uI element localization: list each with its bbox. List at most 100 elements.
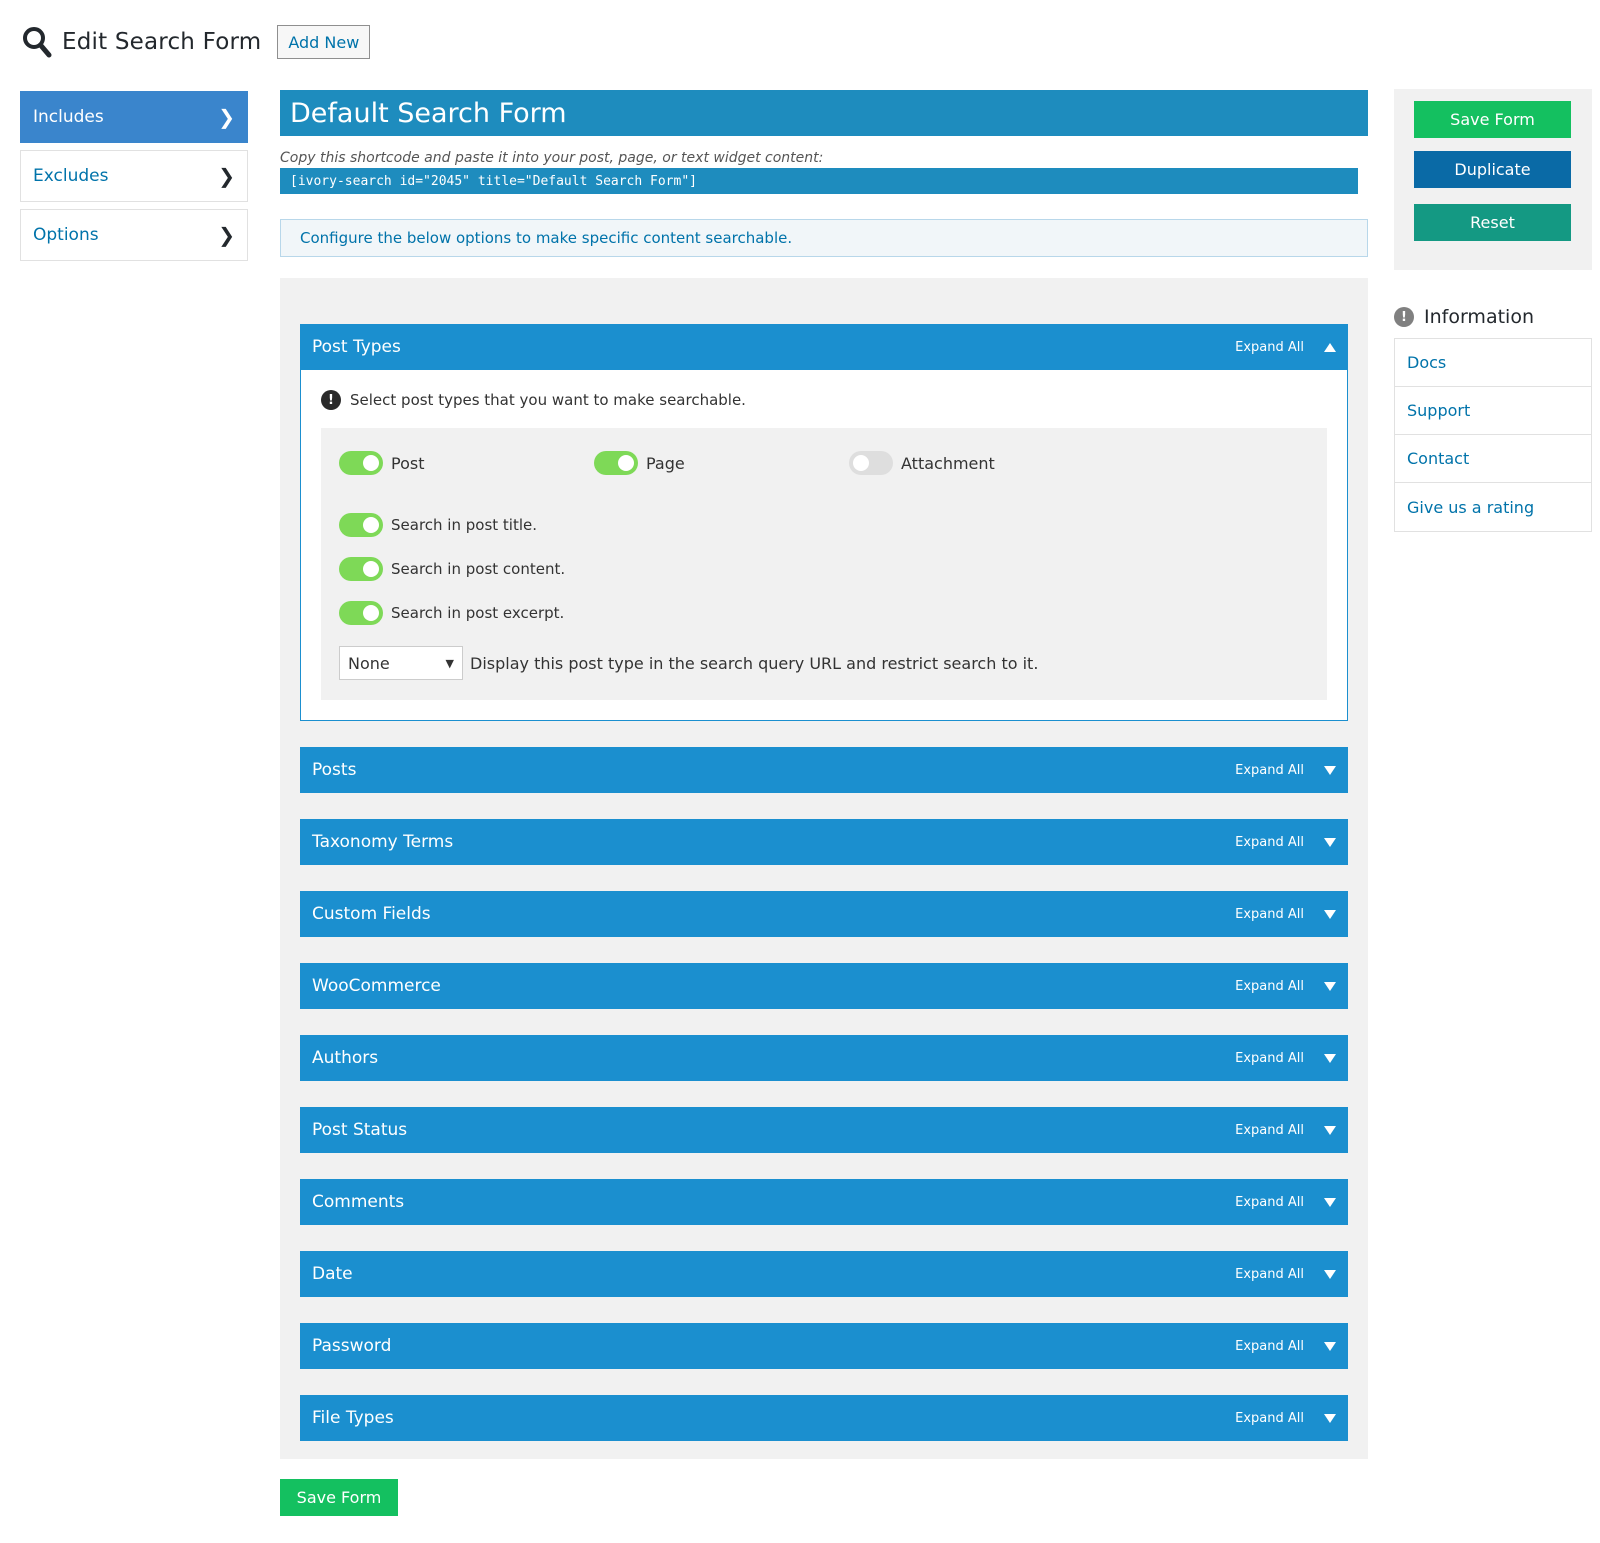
- save-form-button-bottom[interactable]: Save Form: [280, 1479, 398, 1516]
- expand-all-link[interactable]: Expand All: [1235, 1123, 1304, 1138]
- post-type-select[interactable]: None ▼: [339, 646, 463, 680]
- expand-all-link[interactable]: Expand All: [1235, 340, 1304, 355]
- chevron-right-icon: ❯: [218, 164, 235, 188]
- panel-header[interactable]: Password Expand All: [300, 1323, 1348, 1369]
- toggle-switch[interactable]: [339, 557, 383, 581]
- docs-link[interactable]: Docs: [1395, 339, 1591, 387]
- panel-header[interactable]: Taxonomy Terms Expand All: [300, 819, 1348, 865]
- expand-arrow-icon[interactable]: [1324, 1269, 1336, 1279]
- toggle-post[interactable]: Post: [339, 451, 594, 475]
- panel-authors: Authors Expand All: [300, 1035, 1348, 1081]
- panels-container: Post Types Expand All ! Select post type…: [280, 278, 1368, 1459]
- rating-link[interactable]: Give us a rating: [1395, 483, 1591, 531]
- panel-title: Post Status: [312, 1120, 408, 1140]
- panel-posts: Posts Expand All: [300, 747, 1348, 793]
- panel-woocommerce: WooCommerce Expand All: [300, 963, 1348, 1009]
- expand-arrow-icon[interactable]: [1324, 765, 1336, 775]
- panel-title: Date: [312, 1264, 353, 1284]
- nav-item-label: Excludes: [33, 166, 109, 186]
- panel-header[interactable]: Post Status Expand All: [300, 1107, 1348, 1153]
- panel-title: Taxonomy Terms: [312, 832, 454, 852]
- collapse-arrow-icon[interactable]: [1324, 342, 1336, 352]
- toggle-attachment[interactable]: Attachment: [849, 451, 1104, 475]
- sidebar-actions: Save Form Duplicate Reset: [1394, 89, 1592, 270]
- toggle-switch[interactable]: [594, 451, 638, 475]
- expand-all-link[interactable]: Expand All: [1235, 1411, 1304, 1426]
- panel-title: WooCommerce: [312, 976, 441, 996]
- form-title[interactable]: Default Search Form: [280, 90, 1368, 136]
- toggle-label: Search in post excerpt.: [391, 604, 565, 622]
- toggle-label: Page: [646, 453, 685, 473]
- toggle-label: Attachment: [901, 453, 995, 473]
- nav-item-options[interactable]: Options ❯: [20, 209, 248, 261]
- panel-header[interactable]: Posts Expand All: [300, 747, 1348, 793]
- expand-all-link[interactable]: Expand All: [1235, 1267, 1304, 1282]
- toggle-switch[interactable]: [339, 451, 383, 475]
- panel-header[interactable]: Custom Fields Expand All: [300, 891, 1348, 937]
- nav-item-includes[interactable]: Includes ❯: [20, 91, 248, 143]
- toggle-switch[interactable]: [339, 601, 383, 625]
- expand-all-link[interactable]: Expand All: [1235, 763, 1304, 778]
- panel-header[interactable]: Post Types Expand All: [300, 324, 1348, 370]
- expand-arrow-icon[interactable]: [1324, 981, 1336, 991]
- duplicate-button[interactable]: Duplicate: [1414, 151, 1571, 188]
- expand-arrow-icon[interactable]: [1324, 1197, 1336, 1207]
- post-type-url-row: None ▼ Display this post type in the sea…: [339, 646, 1309, 680]
- post-types-hint: ! Select post types that you want to mak…: [321, 390, 1327, 410]
- chevron-right-icon: ❯: [218, 105, 235, 129]
- toggle-label: Post: [391, 453, 425, 473]
- toggle-search-title[interactable]: Search in post title.: [339, 510, 1309, 540]
- toggle-switch[interactable]: [849, 451, 893, 475]
- expand-arrow-icon[interactable]: [1324, 837, 1336, 847]
- expand-all-link[interactable]: Expand All: [1235, 835, 1304, 850]
- toggle-switch[interactable]: [339, 513, 383, 537]
- add-new-button[interactable]: Add New: [277, 25, 371, 59]
- save-form-button[interactable]: Save Form: [1414, 101, 1571, 138]
- panel-password: Password Expand All: [300, 1323, 1348, 1369]
- info-icon: !: [321, 390, 341, 410]
- toggle-search-excerpt[interactable]: Search in post excerpt.: [339, 598, 1309, 628]
- left-nav: Includes ❯ Excludes ❯ Options ❯: [20, 91, 248, 268]
- shortcode-box[interactable]: [ivory-search id="2045" title="Default S…: [280, 168, 1358, 194]
- shortcode-hint: Copy this shortcode and paste it into yo…: [280, 150, 824, 166]
- panel-body: ! Select post types that you want to mak…: [300, 370, 1348, 721]
- panel-title: File Types: [312, 1408, 394, 1428]
- hint-text: Select post types that you want to make …: [350, 391, 746, 409]
- configure-notice: Configure the below options to make spec…: [280, 219, 1368, 257]
- expand-all-link[interactable]: Expand All: [1235, 907, 1304, 922]
- information-heading: ! Information: [1394, 306, 1534, 328]
- support-link[interactable]: Support: [1395, 387, 1591, 435]
- expand-all-link[interactable]: Expand All: [1235, 1339, 1304, 1354]
- panel-comments: Comments Expand All: [300, 1179, 1348, 1225]
- expand-arrow-icon[interactable]: [1324, 1413, 1336, 1423]
- panel-date: Date Expand All: [300, 1251, 1348, 1297]
- nav-item-excludes[interactable]: Excludes ❯: [20, 150, 248, 202]
- expand-all-link[interactable]: Expand All: [1235, 1195, 1304, 1210]
- page-title: Edit Search Form: [62, 29, 262, 55]
- nav-item-label: Includes: [33, 107, 104, 127]
- caret-down-icon: ▼: [445, 656, 454, 670]
- panel-header[interactable]: Date Expand All: [300, 1251, 1348, 1297]
- panel-post-types: Post Types Expand All ! Select post type…: [300, 324, 1348, 721]
- contact-link[interactable]: Contact: [1395, 435, 1591, 483]
- expand-all-link[interactable]: Expand All: [1235, 1051, 1304, 1066]
- panel-header[interactable]: Authors Expand All: [300, 1035, 1348, 1081]
- panel-title: Comments: [312, 1192, 405, 1212]
- expand-all-link[interactable]: Expand All: [1235, 979, 1304, 994]
- panel-file-types: File Types Expand All: [300, 1395, 1348, 1441]
- panel-custom-fields: Custom Fields Expand All: [300, 891, 1348, 937]
- toggle-search-content[interactable]: Search in post content.: [339, 554, 1309, 584]
- panel-header[interactable]: File Types Expand All: [300, 1395, 1348, 1441]
- expand-arrow-icon[interactable]: [1324, 909, 1336, 919]
- reset-button[interactable]: Reset: [1414, 204, 1571, 241]
- main-content: Default Search Form Copy this shortcode …: [280, 90, 1368, 1459]
- expand-arrow-icon[interactable]: [1324, 1125, 1336, 1135]
- panel-title: Custom Fields: [312, 904, 431, 924]
- panel-header[interactable]: WooCommerce Expand All: [300, 963, 1348, 1009]
- information-links: Docs Support Contact Give us a rating: [1394, 338, 1592, 532]
- expand-arrow-icon[interactable]: [1324, 1341, 1336, 1351]
- toggle-page[interactable]: Page: [594, 451, 849, 475]
- expand-arrow-icon[interactable]: [1324, 1053, 1336, 1063]
- panel-header[interactable]: Comments Expand All: [300, 1179, 1348, 1225]
- page-header: Edit Search Form Add New: [22, 22, 371, 62]
